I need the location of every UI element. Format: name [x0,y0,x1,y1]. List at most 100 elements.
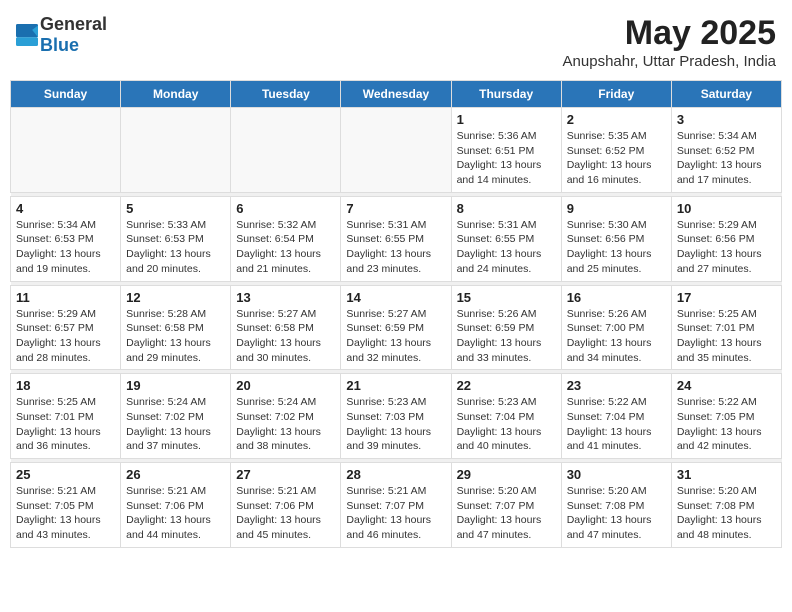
logo-icon [16,24,38,46]
day-number: 19 [126,378,225,393]
calendar-cell: 29 Sunrise: 5:20 AM Sunset: 7:07 PM Dayli… [451,463,561,548]
logo: General Blue [16,14,107,56]
calendar-cell [341,108,451,193]
weekday-header-wednesday: Wednesday [341,81,451,108]
day-info: Sunrise: 5:24 AM Sunset: 7:02 PM Dayligh… [126,395,225,454]
week-row-4: 18 Sunrise: 5:25 AM Sunset: 7:01 PM Dayli… [11,374,782,459]
day-info: Sunrise: 5:34 AM Sunset: 6:53 PM Dayligh… [16,218,115,277]
calendar-cell: 14 Sunrise: 5:27 AM Sunset: 6:59 PM Dayli… [341,285,451,370]
title-block: May 2025 Anupshahr, Uttar Pradesh, India [563,14,776,70]
day-info: Sunrise: 5:31 AM Sunset: 6:55 PM Dayligh… [457,218,556,277]
day-info: Sunrise: 5:31 AM Sunset: 6:55 PM Dayligh… [346,218,445,277]
calendar-cell: 9Sunrise: 5:30 AM Sunset: 6:56 PM Daylig… [561,196,671,281]
weekday-header-row: SundayMondayTuesdayWednesdayThursdayFrid… [11,81,782,108]
day-number: 30 [567,467,666,482]
calendar-cell [11,108,121,193]
day-info: Sunrise: 5:27 AM Sunset: 6:59 PM Dayligh… [346,307,445,366]
week-row-3: 11Sunrise: 5:29 AM Sunset: 6:57 PM Dayli… [11,285,782,370]
calendar-cell: 2Sunrise: 5:35 AM Sunset: 6:52 PM Daylig… [561,108,671,193]
calendar-table: SundayMondayTuesdayWednesdayThursdayFrid… [10,80,782,548]
day-info: Sunrise: 5:24 AM Sunset: 7:02 PM Dayligh… [236,395,335,454]
calendar-cell: 10 Sunrise: 5:29 AM Sunset: 6:56 PM Dayli… [671,196,781,281]
day-info: Sunrise: 5:21 AM Sunset: 7:05 PM Dayligh… [16,484,115,543]
day-number: 15 [457,290,556,305]
day-number: 3 [677,112,776,127]
calendar-cell: 16Sunrise: 5:26 AM Sunset: 7:00 PM Dayli… [561,285,671,370]
calendar-cell: 26Sunrise: 5:21 AM Sunset: 7:06 PM Dayli… [121,463,231,548]
day-number: 1 [457,112,556,127]
calendar-cell: 12Sunrise: 5:28 AM Sunset: 6:58 PM Dayli… [121,285,231,370]
calendar-cell: 8 Sunrise: 5:31 AM Sunset: 6:55 PM Daylig… [451,196,561,281]
calendar-cell [231,108,341,193]
calendar-cell: 11Sunrise: 5:29 AM Sunset: 6:57 PM Dayli… [11,285,121,370]
calendar-cell: 25 Sunrise: 5:21 AM Sunset: 7:05 PM Dayli… [11,463,121,548]
day-number: 20 [236,378,335,393]
day-info: Sunrise: 5:29 AM Sunset: 6:57 PM Dayligh… [16,307,115,366]
calendar-cell: 21Sunrise: 5:23 AM Sunset: 7:03 PM Dayli… [341,374,451,459]
day-number: 9 [567,201,666,216]
day-number: 29 [457,467,556,482]
day-number: 6 [236,201,335,216]
calendar-cell: 30 Sunrise: 5:20 AM Sunset: 7:08 PM Dayli… [561,463,671,548]
day-info: Sunrise: 5:34 AM Sunset: 6:52 PM Dayligh… [677,129,776,188]
day-number: 21 [346,378,445,393]
day-info: Sunrise: 5:25 AM Sunset: 7:01 PM Dayligh… [16,395,115,454]
calendar-cell: 19 Sunrise: 5:24 AM Sunset: 7:02 PM Dayli… [121,374,231,459]
weekday-header-monday: Monday [121,81,231,108]
weekday-header-tuesday: Tuesday [231,81,341,108]
calendar-cell: 5Sunrise: 5:33 AM Sunset: 6:53 PM Daylig… [121,196,231,281]
day-number: 10 [677,201,776,216]
weekday-header-friday: Friday [561,81,671,108]
day-info: Sunrise: 5:36 AM Sunset: 6:51 PM Dayligh… [457,129,556,188]
day-number: 16 [567,290,666,305]
day-number: 17 [677,290,776,305]
day-info: Sunrise: 5:21 AM Sunset: 7:06 PM Dayligh… [236,484,335,543]
day-info: Sunrise: 5:22 AM Sunset: 7:04 PM Dayligh… [567,395,666,454]
day-number: 27 [236,467,335,482]
day-info: Sunrise: 5:21 AM Sunset: 7:06 PM Dayligh… [126,484,225,543]
logo-text: General Blue [40,14,107,56]
day-number: 18 [16,378,115,393]
calendar-cell: 1 Sunrise: 5:36 AM Sunset: 6:51 PM Daylig… [451,108,561,193]
calendar-cell: 18 Sunrise: 5:25 AM Sunset: 7:01 PM Dayli… [11,374,121,459]
calendar-cell: 23 Sunrise: 5:22 AM Sunset: 7:04 PM Dayli… [561,374,671,459]
calendar-cell: 24 Sunrise: 5:22 AM Sunset: 7:05 PM Dayli… [671,374,781,459]
day-info: Sunrise: 5:26 AM Sunset: 6:59 PM Dayligh… [457,307,556,366]
day-info: Sunrise: 5:33 AM Sunset: 6:53 PM Dayligh… [126,218,225,277]
day-number: 25 [16,467,115,482]
calendar-cell: 20 Sunrise: 5:24 AM Sunset: 7:02 PM Dayli… [231,374,341,459]
day-number: 28 [346,467,445,482]
day-number: 2 [567,112,666,127]
day-number: 13 [236,290,335,305]
calendar-cell: 27 Sunrise: 5:21 AM Sunset: 7:06 PM Dayli… [231,463,341,548]
weekday-header-saturday: Saturday [671,81,781,108]
day-number: 8 [457,201,556,216]
day-number: 23 [567,378,666,393]
day-number: 24 [677,378,776,393]
day-info: Sunrise: 5:20 AM Sunset: 7:07 PM Dayligh… [457,484,556,543]
day-info: Sunrise: 5:29 AM Sunset: 6:56 PM Dayligh… [677,218,776,277]
calendar-cell: 7 Sunrise: 5:31 AM Sunset: 6:55 PM Daylig… [341,196,451,281]
day-number: 12 [126,290,225,305]
week-row-5: 25 Sunrise: 5:21 AM Sunset: 7:05 PM Dayli… [11,463,782,548]
day-number: 7 [346,201,445,216]
day-info: Sunrise: 5:25 AM Sunset: 7:01 PM Dayligh… [677,307,776,366]
calendar-cell [121,108,231,193]
calendar-cell: 31Sunrise: 5:20 AM Sunset: 7:08 PM Dayli… [671,463,781,548]
day-info: Sunrise: 5:20 AM Sunset: 7:08 PM Dayligh… [567,484,666,543]
day-number: 22 [457,378,556,393]
weekday-header-thursday: Thursday [451,81,561,108]
month-year-title: May 2025 [563,14,776,53]
day-info: Sunrise: 5:23 AM Sunset: 7:04 PM Dayligh… [457,395,556,454]
calendar-cell: 17 Sunrise: 5:25 AM Sunset: 7:01 PM Dayli… [671,285,781,370]
page-header: General Blue May 2025 Anupshahr, Uttar P… [10,10,782,74]
day-info: Sunrise: 5:22 AM Sunset: 7:05 PM Dayligh… [677,395,776,454]
day-number: 4 [16,201,115,216]
calendar-cell: 22 Sunrise: 5:23 AM Sunset: 7:04 PM Dayli… [451,374,561,459]
location-subtitle: Anupshahr, Uttar Pradesh, India [563,53,776,70]
calendar-cell: 15 Sunrise: 5:26 AM Sunset: 6:59 PM Dayli… [451,285,561,370]
day-info: Sunrise: 5:32 AM Sunset: 6:54 PM Dayligh… [236,218,335,277]
calendar-cell: 3 Sunrise: 5:34 AM Sunset: 6:52 PM Daylig… [671,108,781,193]
day-number: 14 [346,290,445,305]
calendar-cell: 13Sunrise: 5:27 AM Sunset: 6:58 PM Dayli… [231,285,341,370]
